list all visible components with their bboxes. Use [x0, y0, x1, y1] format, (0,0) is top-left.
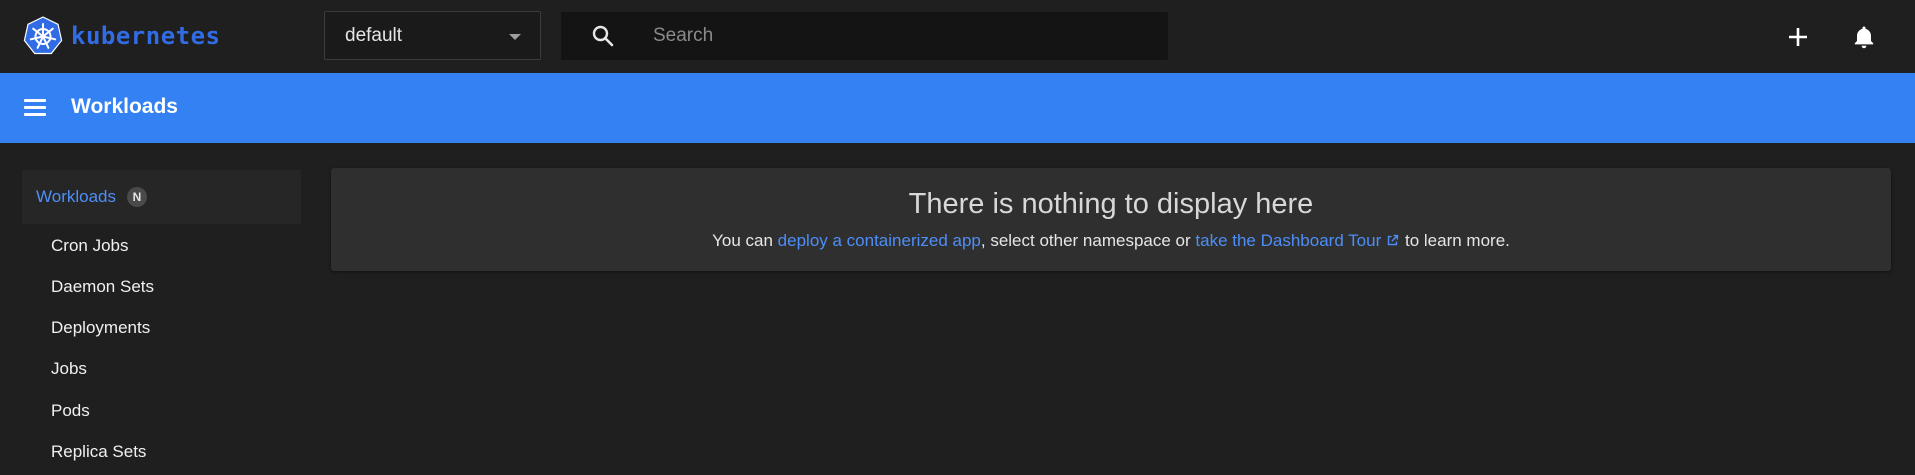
external-link-icon — [1388, 234, 1399, 246]
message-text: You can — [712, 231, 778, 250]
menu-toggle-button[interactable] — [22, 96, 48, 120]
bell-icon — [1854, 26, 1874, 49]
page-header: Workloads — [0, 73, 1915, 143]
sidebar-item-daemon-sets[interactable]: Daemon Sets — [51, 277, 154, 297]
empty-state-title: There is nothing to display here — [908, 188, 1314, 220]
notifications-button[interactable] — [1842, 15, 1886, 59]
kubernetes-logo[interactable]: kubernetes — [22, 14, 221, 58]
sidebar-item-pods[interactable]: Pods — [51, 401, 90, 421]
sidebar-item-replica-sets[interactable]: Replica Sets — [51, 442, 146, 462]
sidebar-item-deployments[interactable]: Deployments — [51, 318, 150, 338]
sidebar: Workloads N Cron Jobs Daemon Sets Deploy… — [0, 143, 310, 475]
search-input[interactable] — [653, 12, 1153, 60]
dashboard-tour-link-label: take the Dashboard Tour — [1195, 231, 1382, 250]
top-toolbar: kubernetes default — [0, 0, 1915, 73]
sidebar-item-jobs[interactable]: Jobs — [51, 359, 87, 379]
kubernetes-wheel-icon — [23, 16, 63, 55]
create-button[interactable] — [1776, 15, 1820, 59]
hamburger-icon — [24, 99, 46, 102]
deploy-app-link[interactable]: deploy a containerized app — [778, 231, 981, 250]
namespace-select-value: default — [345, 24, 403, 46]
brand-name: kubernetes — [71, 22, 221, 50]
sidebar-group-label: Workloads — [36, 187, 116, 206]
namespaced-badge: N — [127, 187, 147, 207]
dashboard-tour-link[interactable]: take the Dashboard Tour — [1195, 231, 1400, 250]
sidebar-item-cron-jobs[interactable]: Cron Jobs — [51, 236, 128, 256]
sidebar-group-workloads[interactable]: Workloads N — [22, 170, 301, 224]
message-text: to learn more. — [1400, 231, 1510, 250]
chevron-down-icon — [509, 34, 521, 40]
search-icon[interactable] — [591, 24, 615, 48]
empty-state-card: There is nothing to display here You can… — [331, 168, 1891, 271]
namespace-select[interactable]: default — [324, 11, 541, 60]
search-bar[interactable] — [561, 12, 1168, 60]
message-text: , select other namespace or — [980, 231, 1196, 250]
plus-icon — [1789, 28, 1807, 46]
empty-state-message: You can deploy a containerized app, sele… — [331, 231, 1891, 251]
page-title: Workloads — [71, 95, 178, 118]
